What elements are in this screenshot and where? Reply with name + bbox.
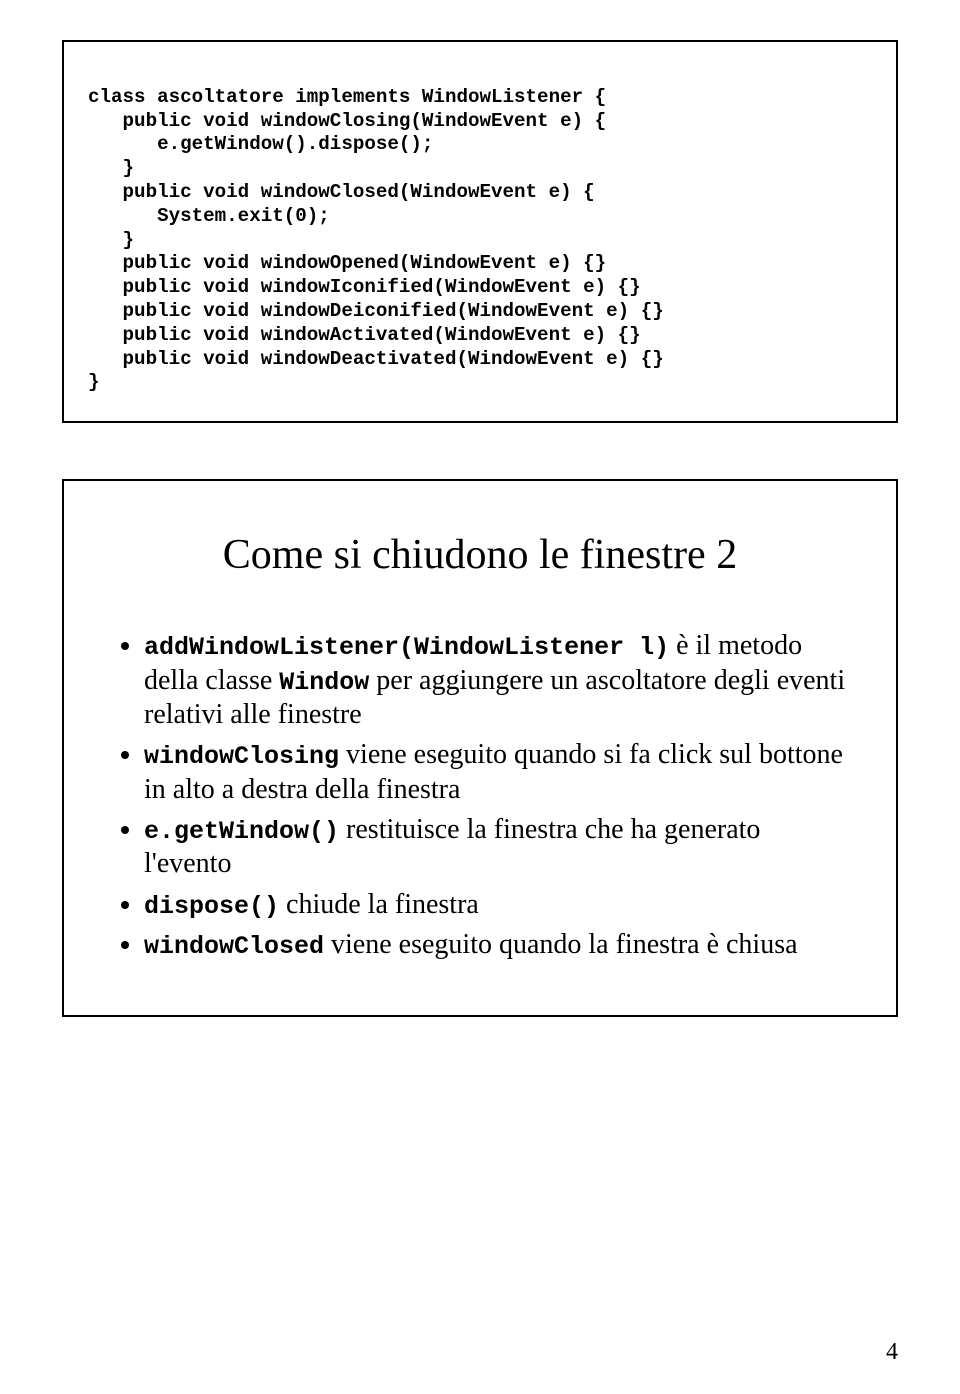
list-item: windowClosing viene eseguito quando si f… xyxy=(144,738,852,807)
code-line: } xyxy=(88,157,134,179)
code-line: } xyxy=(88,229,134,251)
list-item: e.getWindow() restituisce la finestra ch… xyxy=(144,813,852,882)
inline-code: windowClosed xyxy=(144,932,324,961)
inline-code: windowClosing xyxy=(144,742,339,771)
code-line: System.exit(0); xyxy=(88,205,330,227)
slide-title: Come si chiudono le finestre 2 xyxy=(108,531,852,579)
code-line: public void windowIconified(WindowEvent … xyxy=(88,276,641,298)
code-line: class ascoltatore implements WindowListe… xyxy=(88,86,606,108)
code-line: e.getWindow().dispose(); xyxy=(88,133,433,155)
code-line: public void windowClosing(WindowEvent e)… xyxy=(88,110,606,132)
list-item: addWindowListener(WindowListener l) è il… xyxy=(144,629,852,732)
code-slide: class ascoltatore implements WindowListe… xyxy=(62,40,898,423)
code-line: public void windowClosed(WindowEvent e) … xyxy=(88,181,595,203)
list-item: dispose() chiude la finestra xyxy=(144,888,852,923)
code-line: } xyxy=(88,371,100,393)
code-line: public void windowDeiconified(WindowEven… xyxy=(88,300,664,322)
text-slide: Come si chiudono le finestre 2 addWindow… xyxy=(62,479,898,1016)
code-line: public void windowActivated(WindowEvent … xyxy=(88,324,641,346)
inline-code: dispose() xyxy=(144,892,279,921)
code-line: public void windowOpened(WindowEvent e) … xyxy=(88,252,606,274)
inline-code: Window xyxy=(279,668,369,697)
code-line: public void windowDeactivated(WindowEven… xyxy=(88,348,664,370)
inline-code: addWindowListener(WindowListener l) xyxy=(144,633,669,662)
bullet-text: viene eseguito quando la finestra è chiu… xyxy=(324,929,798,960)
bullet-list: addWindowListener(WindowListener l) è il… xyxy=(108,629,852,962)
inline-code: e.getWindow() xyxy=(144,817,339,846)
bullet-text: chiude la finestra xyxy=(279,889,479,920)
list-item: windowClosed viene eseguito quando la fi… xyxy=(144,928,852,963)
page-number: 4 xyxy=(886,1339,898,1366)
